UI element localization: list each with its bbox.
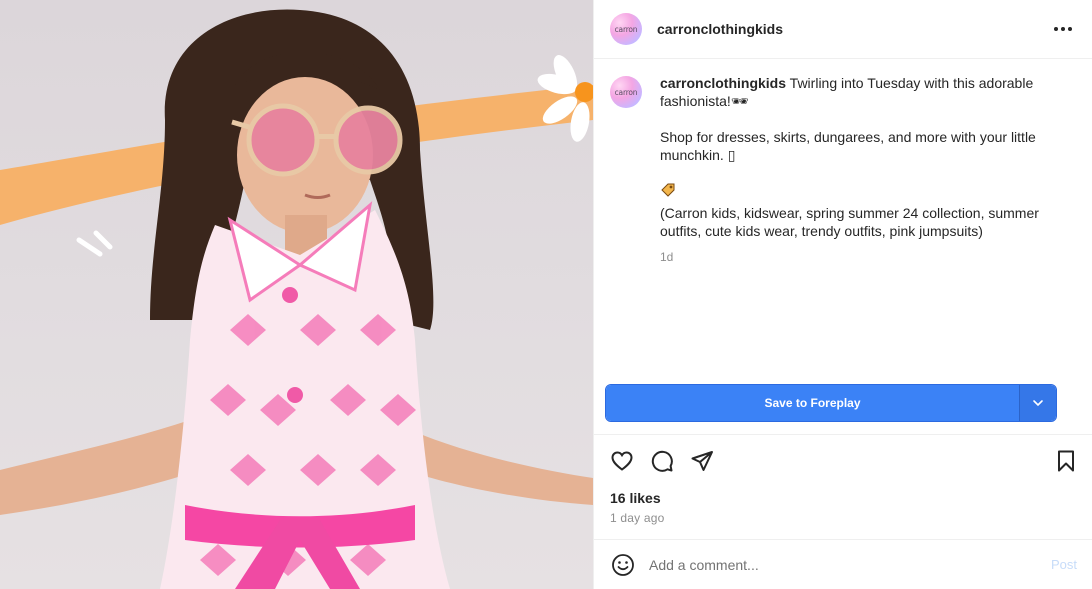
caption-first-paragraph: carronclothingkids Twirling into Tuesday… — [660, 74, 1070, 110]
caption-block: carron carronclothingkids Twirling into … — [610, 74, 1070, 266]
caption-username[interactable]: carronclothingkids — [660, 75, 786, 91]
post-detail-panel: carron carronclothingkids carron carronc… — [593, 0, 1092, 589]
divider — [594, 434, 1092, 435]
profile-avatar[interactable]: carron — [610, 13, 642, 45]
comment-button[interactable] — [649, 448, 675, 474]
more-options-button[interactable] — [1051, 18, 1075, 40]
heart-icon — [611, 451, 633, 471]
caption-text-3: (Carron kids, kidswear, spring summer 24… — [660, 205, 1039, 239]
more-horizontal-icon — [1054, 27, 1058, 31]
post-image-illustration — [0, 9, 593, 589]
avatar-logo-text: carron — [614, 24, 638, 34]
comment-input[interactable] — [649, 556, 1029, 573]
post-photo — [0, 0, 593, 589]
tag-emoji-line — [660, 182, 1070, 200]
sunglasses-emoji: 🕶 — [730, 93, 749, 109]
share-button[interactable] — [689, 448, 715, 474]
post-timestamp[interactable]: 1 day ago — [610, 511, 665, 525]
like-button[interactable] — [609, 448, 635, 474]
comment-bubble-icon — [651, 450, 673, 472]
smiley-icon — [612, 553, 634, 576]
caption-text-2: Shop for dresses, skirts, dungarees, and… — [660, 129, 1036, 163]
save-to-foreplay-control: Save to Foreplay — [605, 384, 1057, 422]
caption-avatar[interactable]: carron — [610, 76, 642, 108]
likes-count[interactable]: 16 likes — [610, 490, 661, 506]
post-header: carron carronclothingkids — [594, 0, 1092, 59]
post-comment-button[interactable]: Post — [1051, 557, 1077, 572]
save-options-dropdown[interactable] — [1019, 385, 1056, 421]
doodle-strokes — [76, 230, 113, 257]
post-actions-bar — [594, 445, 1092, 477]
bookmark-button[interactable] — [1053, 448, 1079, 474]
more-horizontal-icon-dot — [1068, 27, 1072, 31]
price-tag-icon — [661, 183, 675, 197]
bookmark-icon — [1058, 450, 1074, 472]
add-comment-row: Post — [594, 540, 1092, 589]
more-horizontal-icon-dot — [1061, 27, 1065, 31]
paper-plane-icon — [691, 451, 713, 471]
caption-body: carronclothingkids Twirling into Tuesday… — [660, 74, 1070, 266]
avatar-logo-text: carron — [614, 87, 638, 97]
header-username[interactable]: carronclothingkids — [657, 21, 783, 37]
save-to-foreplay-button[interactable]: Save to Foreplay — [606, 385, 1019, 421]
emoji-picker-button[interactable] — [610, 552, 636, 578]
caption-timestamp[interactable]: 1d — [660, 248, 1070, 266]
chevron-down-icon — [1033, 400, 1043, 407]
